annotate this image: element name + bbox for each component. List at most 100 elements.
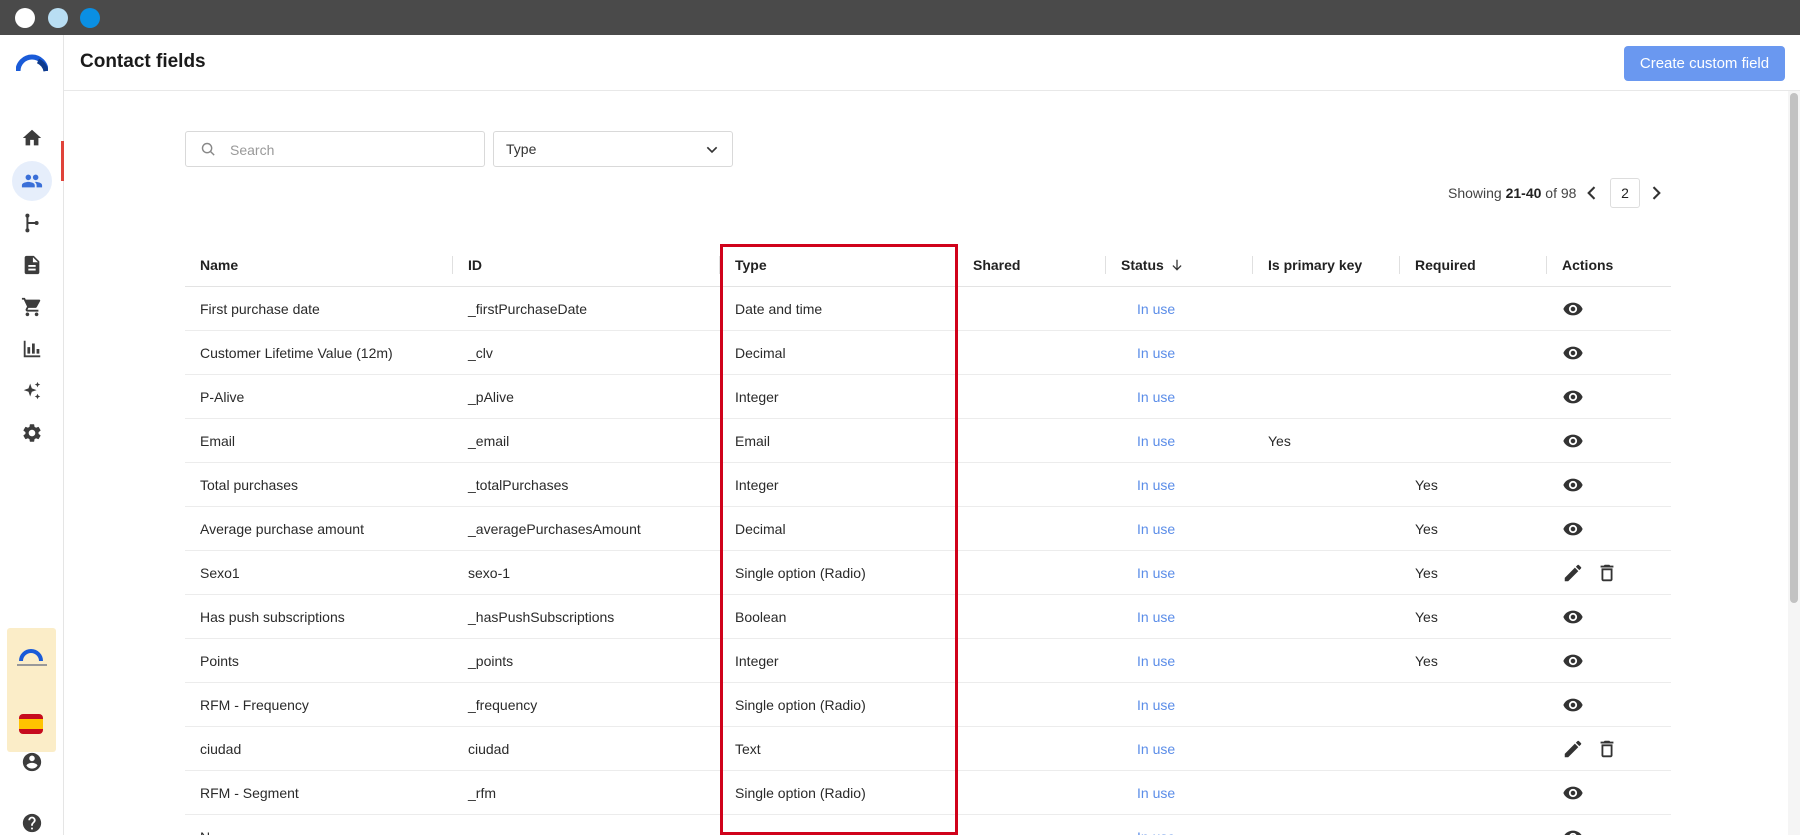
scrollbar-thumb[interactable] bbox=[1790, 93, 1798, 603]
cell-status-link[interactable]: In use bbox=[1137, 639, 1175, 683]
chevron-right-icon[interactable] bbox=[1646, 183, 1666, 203]
cell-id: _clv bbox=[468, 345, 493, 361]
pencil-edit-icon[interactable] bbox=[1562, 562, 1584, 584]
column-header-shared[interactable]: Shared bbox=[973, 243, 1020, 287]
cell-name: Email bbox=[200, 433, 236, 449]
cell-id: _hasPushSubscriptions bbox=[468, 609, 615, 625]
table-row[interactable]: RFM - Frequency _frequency Single option (… bbox=[185, 683, 1671, 727]
column-header-status[interactable]: Status bbox=[1121, 243, 1184, 287]
cell-id: _email bbox=[468, 433, 510, 449]
cell-name: P-Alive bbox=[200, 389, 245, 405]
sidebar bbox=[0, 35, 64, 835]
table-row[interactable]: Has push subscriptions _hasPushSubscripti… bbox=[185, 595, 1671, 639]
table-row[interactable]: Points _points Integer In use Yes bbox=[185, 639, 1671, 683]
eye-icon[interactable] bbox=[1562, 606, 1584, 628]
sidebar-item-home[interactable] bbox=[12, 118, 52, 158]
cell-status-link[interactable]: In use bbox=[1137, 419, 1175, 463]
table-row[interactable]: Sexo1 sexo-1 Single option (Radio) In use Ye… bbox=[185, 551, 1671, 595]
column-header-primary-key[interactable]: Is primary key bbox=[1268, 243, 1362, 287]
promo-caption-line bbox=[17, 664, 47, 666]
cell-status-link[interactable]: In use bbox=[1137, 507, 1175, 551]
table-row[interactable]: N In use bbox=[185, 815, 1671, 835]
type-filter-dropdown[interactable]: Type bbox=[493, 131, 733, 167]
contact-fields-table: Name ID Type Shared Status Is primary ke… bbox=[185, 243, 1671, 835]
cell-status-link[interactable]: In use bbox=[1137, 463, 1175, 507]
cell-status-link[interactable]: In use bbox=[1137, 595, 1175, 639]
eye-icon[interactable] bbox=[1562, 650, 1584, 672]
column-header-type[interactable]: Type bbox=[735, 243, 767, 287]
eye-icon[interactable] bbox=[1562, 782, 1584, 804]
cell-actions bbox=[1562, 419, 1584, 463]
document-icon bbox=[24, 255, 40, 275]
window-close-button[interactable] bbox=[15, 8, 35, 28]
pagination: Showing 21-40 of 98 2 bbox=[1440, 178, 1661, 208]
cell-status-link[interactable]: In use bbox=[1137, 375, 1175, 419]
cell-type: Integer bbox=[735, 477, 779, 493]
table-row[interactable]: P-Alive _pAlive Integer In use bbox=[185, 375, 1671, 419]
sidebar-item-commerce[interactable] bbox=[12, 287, 52, 327]
cell-id: _totalPurchases bbox=[468, 477, 569, 493]
cell-type: Decimal bbox=[735, 345, 786, 361]
cell-type: Integer bbox=[735, 653, 779, 669]
eye-icon[interactable] bbox=[1562, 826, 1584, 835]
cell-status-link[interactable]: In use bbox=[1137, 727, 1175, 771]
eye-icon[interactable] bbox=[1562, 694, 1584, 716]
table-row[interactable]: RFM - Segment _rfm Single option (Radio) In… bbox=[185, 771, 1671, 815]
pencil-edit-icon[interactable] bbox=[1562, 738, 1584, 760]
chevron-left-icon[interactable] bbox=[1582, 183, 1602, 203]
cell-required: Yes bbox=[1415, 521, 1438, 537]
sidebar-item-settings[interactable] bbox=[12, 413, 52, 453]
spain-flag-icon[interactable] bbox=[19, 714, 43, 734]
eye-icon[interactable] bbox=[1562, 474, 1584, 496]
sidebar-item-account[interactable] bbox=[12, 742, 52, 782]
table-row[interactable]: ciudad ciudad Text In use bbox=[185, 727, 1671, 771]
sidebar-item-analytics[interactable] bbox=[12, 329, 52, 369]
eye-icon[interactable] bbox=[1562, 298, 1584, 320]
column-header-actions: Actions bbox=[1562, 257, 1614, 273]
cell-status-link[interactable]: In use bbox=[1137, 331, 1175, 375]
trash-delete-icon[interactable] bbox=[1596, 738, 1618, 760]
cell-name: Has push subscriptions bbox=[200, 609, 345, 625]
sidebar-item-templates[interactable] bbox=[12, 245, 52, 285]
cell-status-link[interactable]: In use bbox=[1137, 287, 1175, 331]
showing-range: 21-40 bbox=[1505, 185, 1542, 201]
arrow-down-sort-icon[interactable] bbox=[1170, 258, 1184, 272]
cell-name: Customer Lifetime Value (12m) bbox=[200, 345, 393, 361]
table-row[interactable]: First purchase date _firstPurchaseDate Dat… bbox=[185, 287, 1671, 331]
table-row[interactable]: Email _email Email In use Yes bbox=[185, 419, 1671, 463]
page-scrollbar[interactable] bbox=[1788, 91, 1800, 835]
column-header-id[interactable]: ID bbox=[468, 243, 482, 287]
cell-type: Text bbox=[735, 741, 761, 757]
cell-type: Integer bbox=[735, 389, 779, 405]
eye-icon[interactable] bbox=[1562, 518, 1584, 540]
cell-status-link[interactable]: In use bbox=[1137, 683, 1175, 727]
eye-icon[interactable] bbox=[1562, 386, 1584, 408]
cell-status-link[interactable]: In use bbox=[1137, 771, 1175, 815]
cell-status-link[interactable]: In use bbox=[1137, 815, 1175, 835]
current-page-number[interactable]: 2 bbox=[1610, 178, 1640, 208]
table-row[interactable]: Average purchase amount _averagePurchases… bbox=[185, 507, 1671, 551]
cell-type: Boolean bbox=[735, 609, 787, 625]
sidebar-item-contacts[interactable] bbox=[12, 161, 52, 201]
account-promo-card[interactable] bbox=[7, 628, 56, 752]
search-input[interactable] bbox=[230, 140, 470, 160]
eye-icon[interactable] bbox=[1562, 430, 1584, 452]
sidebar-item-automation[interactable] bbox=[12, 203, 52, 243]
sidebar-item-help[interactable] bbox=[12, 803, 52, 835]
table-row[interactable]: Total purchases _totalPurchases Integer In … bbox=[185, 463, 1671, 507]
brand-logo-icon[interactable] bbox=[16, 53, 48, 73]
search-box[interactable] bbox=[185, 131, 485, 167]
column-header-required[interactable]: Required bbox=[1415, 243, 1476, 287]
create-custom-field-button[interactable]: Create custom field bbox=[1624, 46, 1785, 81]
cell-actions bbox=[1562, 639, 1584, 683]
cell-status-link[interactable]: In use bbox=[1137, 551, 1175, 595]
sidebar-item-ai[interactable] bbox=[12, 371, 52, 411]
window-minimize-button[interactable] bbox=[48, 8, 68, 28]
eye-icon[interactable] bbox=[1562, 342, 1584, 364]
cell-actions bbox=[1562, 683, 1584, 727]
trash-delete-icon[interactable] bbox=[1596, 562, 1618, 584]
table-row[interactable]: Customer Lifetime Value (12m) _clv Decimal… bbox=[185, 331, 1671, 375]
window-maximize-button[interactable] bbox=[80, 8, 100, 28]
page-title: Contact fields bbox=[80, 51, 206, 72]
column-header-name[interactable]: Name bbox=[200, 243, 238, 287]
